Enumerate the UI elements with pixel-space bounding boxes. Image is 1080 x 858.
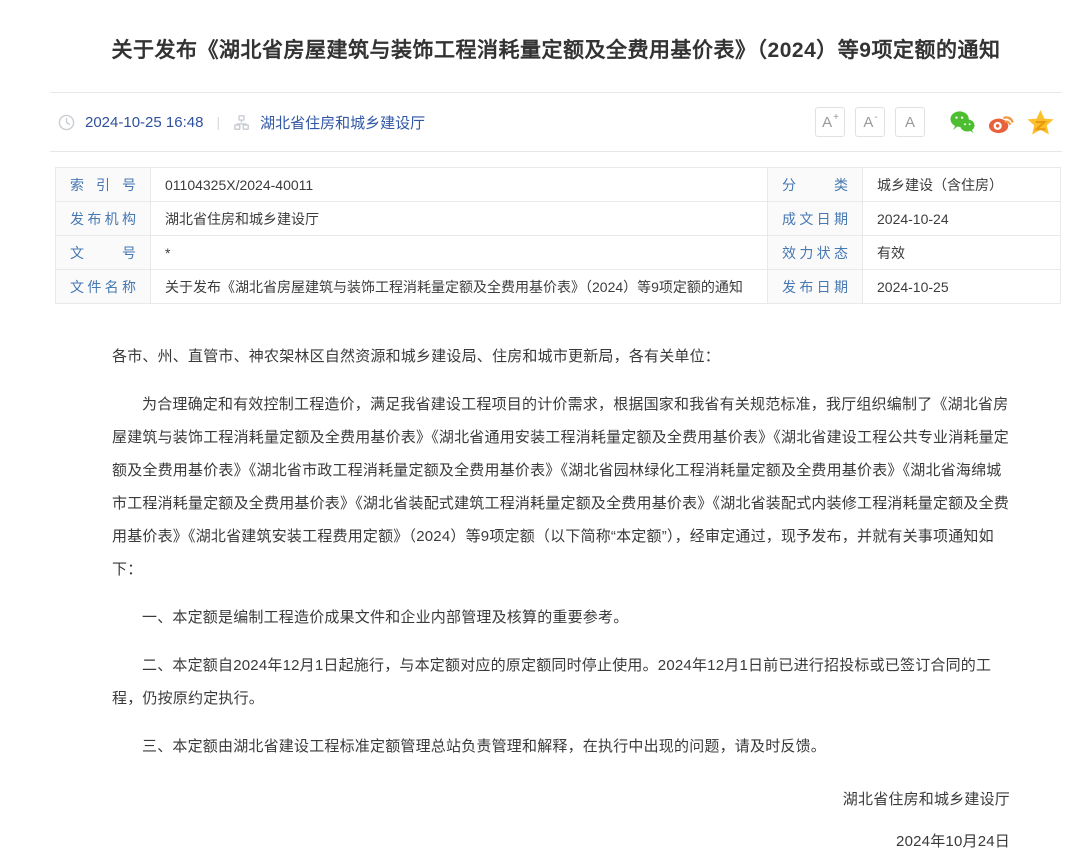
wechat-share-button[interactable] [949,109,976,136]
table-row: 索引号 01104325X/2024-40011 分类 城乡建设（含住房） [56,168,1061,202]
source-org-icon [233,114,250,131]
paragraph-item-1: 一、本定额是编制工程造价成果文件和企业内部管理及核算的重要参考。 [112,601,1010,634]
meta-bar: 2024-10-25 16:48 | 湖北省住房和城乡建设厅 A+ A- A [50,93,1062,151]
meta-actions: A+ A- A [815,107,1054,137]
notice-page: 关于发布《湖北省房屋建筑与装饰工程消耗量定额及全费用基价表》（2024）等9项定… [0,0,1080,858]
value-publish-date: 2024-10-25 [863,270,1061,304]
paragraph-item-3: 三、本定额由湖北省建设工程标准定额管理总站负责管理和解释，在执行中出现的问题，请… [112,730,1010,763]
meta-separator: | [213,114,223,130]
clock-icon [58,114,75,131]
font-decrease-button[interactable]: A- [855,107,885,137]
value-category: 城乡建设（含住房） [863,168,1061,202]
value-written-date: 2024-10-24 [863,202,1061,236]
label-category: 分类 [768,168,863,202]
publish-datetime: 2024-10-25 16:48 [85,114,203,131]
page-title: 关于发布《湖北省房屋建筑与装饰工程消耗量定额及全费用基价表》（2024）等9项定… [50,0,1062,92]
signature-date: 2024年10月24日 [112,825,1010,858]
value-issuing-agency: 湖北省住房和城乡建设厅 [151,202,768,236]
source-link[interactable]: 湖北省住房和城乡建设厅 [260,112,425,133]
meta-info: 2024-10-25 16:48 | 湖北省住房和城乡建设厅 [58,112,425,133]
label-issuing-agency: 发布机构 [56,202,151,236]
value-validity-status: 有效 [863,236,1061,270]
document-info-table: 索引号 01104325X/2024-40011 分类 城乡建设（含住房） 发布… [55,167,1061,304]
font-increase-button[interactable]: A+ [815,107,845,137]
value-doc-number: * [151,236,768,270]
notice-body: 各市、州、直管市、神农架林区自然资源和城乡建设局、住房和城市更新局，各有关单位：… [50,304,1062,858]
value-doc-title: 关于发布《湖北省房屋建筑与装饰工程消耗量定额及全费用基价表》（2024）等9项定… [151,270,768,304]
font-reset-button[interactable]: A [895,107,925,137]
qzone-star-icon [1027,109,1054,136]
share-icons [949,109,1054,136]
label-doc-title: 文件名称 [56,270,151,304]
table-row: 文号 * 效力状态 有效 [56,236,1061,270]
qzone-share-button[interactable] [1027,109,1054,136]
weibo-share-button[interactable] [988,109,1015,136]
salutation: 各市、州、直管市、神农架林区自然资源和城乡建设局、住房和城市更新局，各有关单位： [112,340,1010,373]
label-doc-number: 文号 [56,236,151,270]
label-publish-date: 发布日期 [768,270,863,304]
weibo-icon [988,109,1015,136]
divider-meta [50,151,1062,152]
signature-agency: 湖北省住房和城乡建设厅 [112,783,1010,816]
paragraph-intro: 为合理确定和有效控制工程造价，满足我省建设工程项目的计价需求，根据国家和我省有关… [112,388,1010,586]
value-index-number: 01104325X/2024-40011 [151,168,768,202]
label-index-number: 索引号 [56,168,151,202]
label-validity-status: 效力状态 [768,236,863,270]
label-written-date: 成文日期 [768,202,863,236]
wechat-icon [949,109,976,136]
paragraph-item-2: 二、本定额自2024年12月1日起施行，与本定额对应的原定额同时停止使用。202… [112,649,1010,715]
table-row: 发布机构 湖北省住房和城乡建设厅 成文日期 2024-10-24 [56,202,1061,236]
table-row: 文件名称 关于发布《湖北省房屋建筑与装饰工程消耗量定额及全费用基价表》（2024… [56,270,1061,304]
